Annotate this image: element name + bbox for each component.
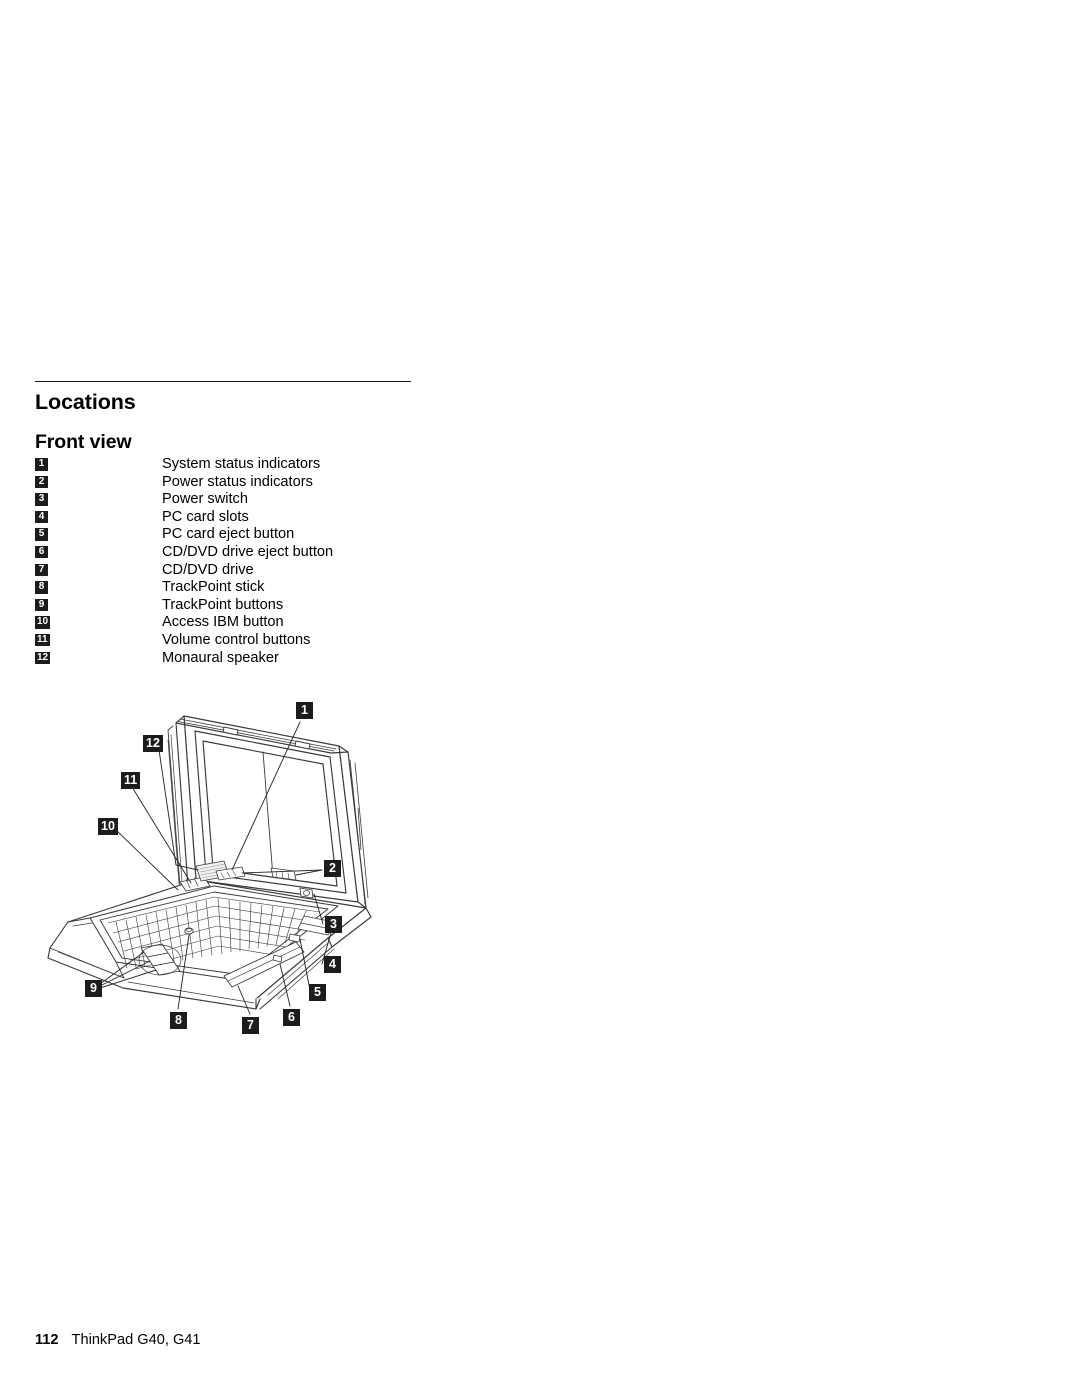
illustration-callout: 10 bbox=[98, 818, 118, 835]
legend-label: CD/DVD drive eject button bbox=[162, 543, 334, 560]
legend-marker: 4 bbox=[35, 510, 48, 524]
footer-product-name: ThinkPad G40, G41 bbox=[71, 1332, 201, 1348]
legend-row: 8 TrackPoint stick bbox=[35, 579, 455, 597]
legend-label: Monaural speaker bbox=[162, 649, 279, 666]
legend-marker: 9 bbox=[35, 598, 48, 612]
illustration-callout: 12 bbox=[143, 735, 163, 752]
legend-row: 10 Access IBM button bbox=[35, 614, 455, 632]
section-title: Front view bbox=[35, 431, 132, 453]
illustration-callout: 2 bbox=[324, 860, 341, 877]
legend-label: Power status indicators bbox=[162, 473, 313, 490]
legend-label: System status indicators bbox=[162, 456, 321, 472]
illustration-callout: 6 bbox=[283, 1009, 300, 1026]
legend-row: 2 Power status indicators bbox=[35, 474, 455, 492]
legend-label: Power switch bbox=[162, 491, 248, 508]
legend-label: Volume control buttons bbox=[162, 631, 311, 648]
illustration-callout: 11 bbox=[121, 772, 141, 789]
legend-marker: 2 bbox=[35, 475, 48, 489]
page-footer: 112 ThinkPad G40, G41 bbox=[35, 1332, 201, 1348]
illustration-callout: 7 bbox=[242, 1017, 259, 1034]
legend-label: PC card eject button bbox=[162, 526, 295, 543]
legend-row: 4 PC card slots bbox=[35, 509, 455, 527]
manual-page: Locations Front view 1 System status indi… bbox=[0, 0, 1080, 1397]
legend-row: 5 PC card eject button bbox=[35, 526, 455, 544]
legend-label: Access IBM button bbox=[162, 614, 284, 631]
legend-row: 12 Monaural speaker bbox=[35, 650, 455, 668]
legend-marker: 12 bbox=[35, 651, 51, 665]
legend-label: PC card slots bbox=[162, 508, 249, 525]
illustration-callout: 9 bbox=[85, 980, 102, 997]
legend-marker: 11 bbox=[35, 633, 50, 647]
footer-page-number: 112 bbox=[35, 1332, 59, 1348]
legend-marker: 8 bbox=[35, 581, 48, 594]
legend-label: TrackPoint buttons bbox=[162, 596, 284, 613]
illustration-callout: 1 bbox=[296, 702, 313, 719]
heading-rule bbox=[35, 381, 411, 382]
illustration-callout: 5 bbox=[309, 984, 326, 1001]
page-title: Locations bbox=[35, 390, 136, 414]
legend-row: 6 CD/DVD drive eject button bbox=[35, 544, 455, 562]
legend-row: 11 Volume control buttons bbox=[35, 632, 455, 650]
legend-row: 9 TrackPoint buttons bbox=[35, 597, 455, 615]
legend-marker: 7 bbox=[35, 563, 48, 577]
legend-marker: 1 bbox=[35, 458, 48, 471]
legend-list: 1 System status indicators 2 Power status i… bbox=[35, 456, 455, 667]
legend-marker: 5 bbox=[35, 528, 48, 541]
legend-row: 3 Power switch bbox=[35, 491, 455, 509]
legend-marker: 3 bbox=[35, 493, 48, 506]
legend-label: CD/DVD drive bbox=[162, 561, 254, 578]
laptop-illustration: 1 12 11 10 2 3 4 5 9 8 7 6 bbox=[28, 690, 388, 1045]
illustration-callout: 8 bbox=[170, 1012, 187, 1029]
legend-marker: 6 bbox=[35, 545, 48, 559]
legend-marker: 10 bbox=[35, 616, 51, 629]
legend-row: 1 System status indicators bbox=[35, 456, 455, 474]
legend-label: TrackPoint stick bbox=[162, 579, 265, 596]
illustration-callout: 3 bbox=[325, 916, 342, 933]
illustration-callout: 4 bbox=[324, 956, 341, 973]
legend-row: 7 CD/DVD drive bbox=[35, 562, 455, 580]
